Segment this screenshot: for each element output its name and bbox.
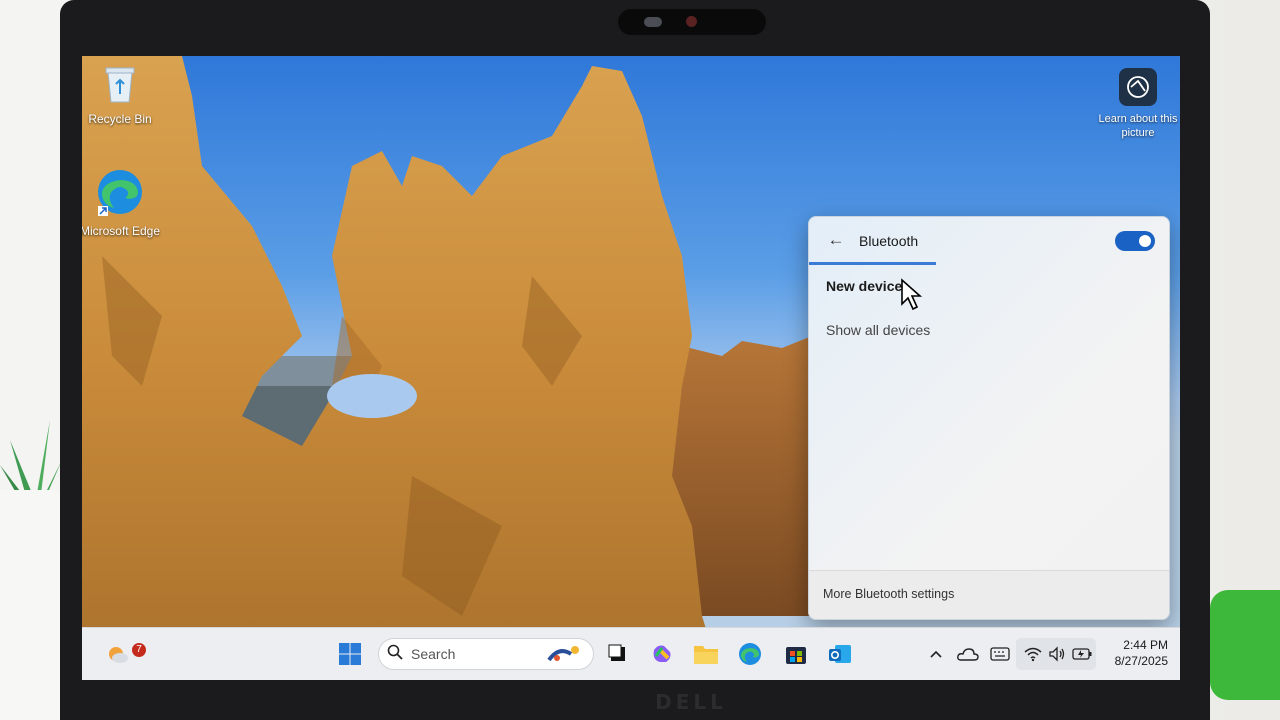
start-button[interactable]: [334, 638, 366, 670]
flyout-footer: More Bluetooth settings: [809, 570, 1169, 619]
clock-date: 8/27/2025: [1114, 654, 1168, 668]
widgets-button[interactable]: 7: [100, 638, 146, 670]
volume-icon: [1049, 646, 1065, 662]
taskbar-clock[interactable]: 2:44 PM 8/27/2025: [1102, 637, 1168, 669]
laptop-logo: DELL: [655, 690, 727, 714]
search-placeholder: Search: [411, 646, 456, 662]
weather-widget-icon: [109, 647, 128, 663]
outlook-icon: [829, 645, 851, 663]
mouse-cursor-icon: [901, 278, 923, 311]
learn-about-picture-label: Learn about this picture: [1098, 113, 1178, 139]
flyout-title: Bluetooth: [859, 233, 919, 249]
copilot-icon: [653, 645, 671, 662]
back-arrow-icon[interactable]: ←: [825, 229, 847, 251]
edge-icon: [739, 643, 761, 665]
recycle-bin-icon: [105, 67, 135, 103]
clock-time: 2:44 PM: [1123, 638, 1168, 652]
file-explorer-button[interactable]: [690, 638, 722, 670]
keyboard-icon: [990, 647, 1010, 661]
wifi-icon: [1024, 647, 1042, 662]
learn-about-picture[interactable]: Learn about this picture: [1098, 68, 1178, 140]
show-hidden-icons-button[interactable]: [924, 638, 948, 670]
copilot-button[interactable]: [646, 638, 678, 670]
search-icon: [379, 644, 411, 665]
bluetooth-toggle[interactable]: [1115, 231, 1155, 251]
notification-badge: 7: [132, 643, 146, 657]
quick-settings-button[interactable]: [1016, 638, 1096, 670]
desktop-icon-edge[interactable]: Microsoft Edge: [82, 168, 162, 239]
bluetooth-flyout: ← Bluetooth New device Show all devices …: [808, 216, 1170, 620]
onedrive-tray-button[interactable]: [954, 638, 982, 670]
file-explorer-icon: [694, 646, 718, 664]
desktop-icon-recycle-bin[interactable]: Recycle Bin: [82, 64, 162, 127]
search-highlight-icon: [547, 646, 579, 662]
webcam: [618, 9, 766, 35]
outlook-button[interactable]: [824, 638, 856, 670]
flyout-header: ← Bluetooth: [809, 217, 1169, 263]
show-all-devices-link[interactable]: Show all devices: [826, 322, 930, 338]
new-device-item[interactable]: New device: [826, 278, 902, 294]
windows-logo-icon: [339, 643, 361, 665]
task-view-button[interactable]: [602, 638, 634, 670]
webcam-led: [686, 16, 697, 27]
camera-icon: [1119, 68, 1157, 106]
touch-keyboard-button[interactable]: [986, 638, 1014, 670]
green-object: [1210, 590, 1280, 700]
microsoft-store-button[interactable]: [780, 638, 812, 670]
edge-icon: [98, 170, 142, 216]
desktop-icon-label: Recycle Bin: [88, 112, 152, 126]
desktop-icon-label: Microsoft Edge: [82, 224, 161, 238]
microsoft-store-icon: [786, 647, 806, 664]
taskbar: 7 Search 2:44 PM 8/27/2025: [82, 627, 1180, 680]
toggle-knob: [1139, 235, 1151, 247]
edge-taskbar-button[interactable]: [734, 638, 766, 670]
scan-progress-bar: [809, 262, 936, 265]
onedrive-icon: [957, 648, 979, 661]
more-bluetooth-settings-link[interactable]: More Bluetooth settings: [823, 587, 954, 601]
plant-pot: [0, 490, 62, 720]
chevron-up-icon: [930, 650, 942, 658]
desktop-screen: Recycle Bin Microsoft Edge Learn about t…: [82, 56, 1180, 680]
webcam-lens: [644, 17, 662, 27]
task-view-icon: [608, 644, 625, 661]
taskbar-search-box[interactable]: Search: [378, 638, 594, 670]
battery-icon: [1072, 648, 1092, 660]
